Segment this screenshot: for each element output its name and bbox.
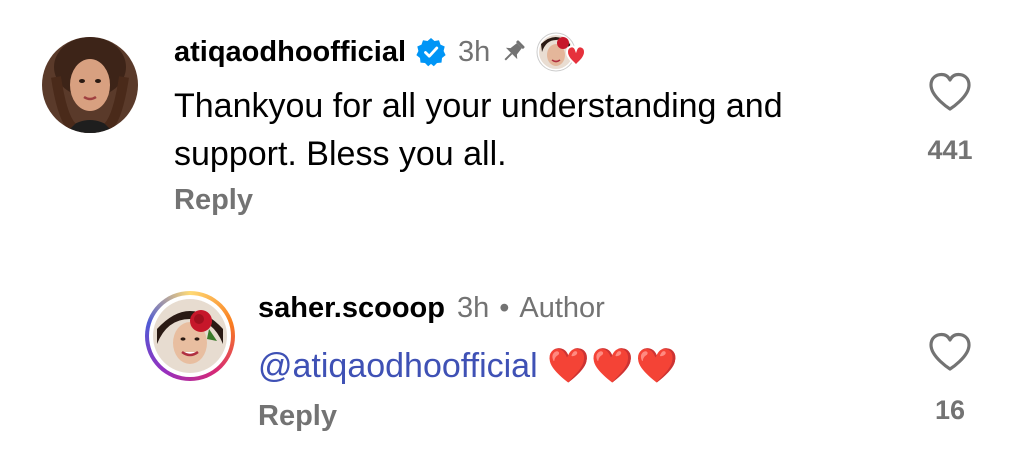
like-control: 16 — [920, 332, 980, 426]
avatar[interactable] — [42, 37, 138, 133]
timestamp: 3h — [458, 35, 491, 68]
timestamp: 3h — [456, 291, 490, 324]
like-control: 441 — [920, 72, 980, 166]
heart-outline-icon[interactable] — [928, 332, 972, 377]
like-count: 441 — [927, 135, 973, 165]
reply-button[interactable]: Reply — [174, 184, 253, 217]
pin-icon — [498, 37, 528, 67]
heart-emoji: ❤️❤️❤️ — [547, 347, 681, 385]
author-liked-icon — [536, 30, 588, 74]
verified-badge-icon — [416, 37, 446, 67]
comment-text: @atiqaodhoofficial ❤️❤️❤️ — [258, 342, 680, 390]
comment-header: saher.scooop 3h • Author — [258, 288, 605, 328]
reply-comment-item: saher.scooop 3h • Author @atiqaodhooffic… — [0, 250, 1024, 465]
username[interactable]: saher.scooop — [258, 292, 445, 325]
comment-header: atiqaodhoofficial 3h — [174, 30, 588, 74]
username[interactable]: atiqaodhoofficial — [174, 36, 406, 69]
like-count: 16 — [934, 395, 966, 425]
comment-text: Thankyou for all your understanding and … — [174, 87, 783, 173]
comment-item: atiqaodhoofficial 3h Thankyou for all yo… — [0, 0, 1024, 240]
author-label: Author — [519, 291, 605, 324]
heart-outline-icon[interactable] — [928, 72, 972, 117]
avatar — [153, 299, 227, 373]
avatar-story-ring[interactable] — [145, 291, 235, 381]
mention-link[interactable]: @atiqaodhoofficial — [258, 347, 538, 385]
separator-dot: • — [499, 291, 510, 324]
reply-button[interactable]: Reply — [258, 400, 337, 433]
